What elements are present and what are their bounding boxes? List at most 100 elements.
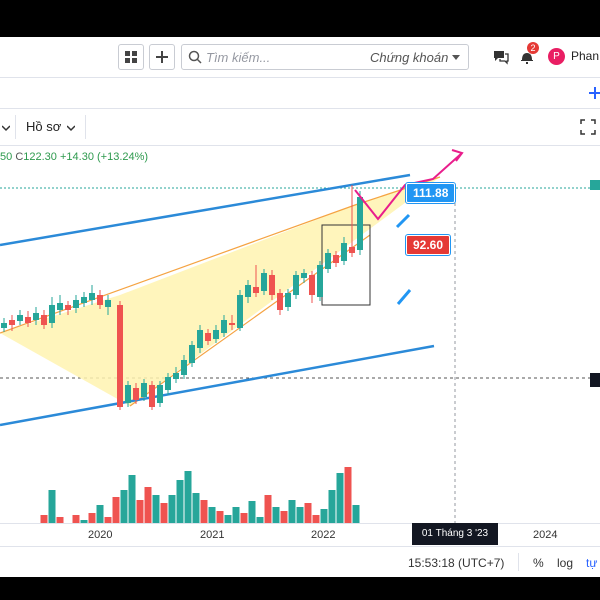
target-low-label[interactable]: 92.60	[406, 235, 451, 255]
volume-bar	[168, 495, 176, 523]
plus-icon[interactable]	[588, 86, 600, 100]
volume-bar	[208, 507, 216, 523]
plus-icon	[156, 51, 168, 63]
chat-icon[interactable]	[493, 49, 509, 65]
volume-bar	[328, 490, 336, 523]
time-axis: 2020 2021 2022 2024	[0, 523, 600, 546]
candle-body	[105, 300, 111, 307]
volume-bar	[184, 471, 192, 523]
log-toggle[interactable]: log	[557, 556, 573, 570]
candle-body	[81, 297, 87, 303]
avatar[interactable]: P	[548, 48, 565, 65]
last-price-axis-tag	[590, 180, 600, 190]
volume-bar	[176, 480, 184, 523]
candle-body	[41, 315, 47, 325]
candle-body	[261, 273, 267, 291]
candle-body	[149, 385, 155, 407]
candle-body	[237, 295, 243, 328]
volume-bar	[304, 503, 312, 523]
volume-bar	[336, 473, 344, 523]
volume-bar	[216, 511, 224, 523]
candle-body	[133, 388, 139, 400]
volume-bar	[288, 500, 296, 523]
candle-body	[213, 330, 219, 339]
volume-bar	[352, 505, 360, 523]
volume-bar	[344, 467, 352, 523]
candle-body	[125, 385, 131, 403]
volume-bar	[200, 500, 208, 523]
candle-body	[73, 300, 79, 308]
volume-bar	[152, 495, 160, 523]
volume-bar	[240, 513, 248, 523]
symbol-search[interactable]: Tìm kiếm... Chứng khoán	[181, 44, 469, 70]
time-tick: 2020	[88, 529, 113, 541]
search-placeholder: Tìm kiếm...	[206, 50, 271, 65]
volume-bar	[96, 505, 104, 523]
candle-body	[333, 255, 339, 263]
clock[interactable]: 15:53:18 (UTC+7)	[408, 556, 504, 570]
candle-body	[157, 385, 163, 403]
candle-body	[301, 273, 307, 278]
candle-body	[173, 373, 179, 379]
volume-bar	[264, 495, 272, 523]
candle-body	[293, 275, 299, 295]
notification-badge: 2	[527, 42, 539, 54]
volume-bar	[272, 507, 280, 523]
volume-bar	[320, 509, 328, 523]
chevron-down-icon	[452, 55, 460, 60]
candle-body	[1, 323, 7, 328]
volume-bar	[136, 500, 144, 523]
legend-change-pct: (+13.24%)	[97, 151, 149, 163]
candle-body	[245, 285, 251, 297]
price-chart[interactable]	[0, 145, 600, 523]
crosshair-date-label: 01 Tháng 3 '23	[412, 523, 498, 545]
layout-grid-button[interactable]	[118, 44, 144, 70]
candle-body	[65, 305, 71, 310]
chart-window: Tìm kiếm... Chứng khoán 2 P Phan Hồ sơ 5…	[0, 37, 600, 577]
candle-body	[57, 303, 63, 310]
market-selector[interactable]: Chứng khoán	[370, 50, 448, 65]
auto-toggle[interactable]: tự	[586, 556, 597, 570]
volume-bars	[40, 467, 360, 523]
chevron-down-icon[interactable]	[67, 124, 75, 132]
user-name[interactable]: Phan	[571, 49, 599, 63]
legend-open-fragment: 50	[0, 151, 13, 163]
tab-bar	[0, 78, 600, 109]
candle-body	[141, 383, 147, 397]
profile-menu[interactable]: Hồ sơ	[26, 119, 61, 134]
candle-body	[117, 305, 123, 407]
volume-bar	[192, 493, 200, 523]
candle-body	[97, 295, 103, 305]
volume-bar	[120, 490, 128, 523]
volume-bar	[312, 515, 320, 523]
add-button[interactable]	[149, 44, 175, 70]
candle-body	[9, 320, 15, 325]
chevron-down-icon[interactable]	[2, 124, 10, 132]
target-high-label[interactable]: 111.88	[406, 183, 456, 203]
legend-close-value: 122.30	[23, 151, 57, 163]
volume-bar	[296, 507, 304, 523]
top-bar: Tìm kiếm... Chứng khoán 2 P Phan	[0, 37, 600, 78]
crosshair-price-tag	[590, 373, 600, 387]
percent-toggle[interactable]: %	[533, 556, 544, 570]
candle-body	[89, 293, 95, 300]
volume-bar	[128, 475, 136, 523]
candle-body	[189, 345, 195, 363]
candle-body	[17, 315, 23, 321]
chart-toolbar: Hồ sơ	[0, 109, 600, 146]
legend-change: +14.30	[59, 151, 94, 163]
volume-bar	[88, 513, 96, 523]
candle-body	[197, 330, 203, 348]
label-pointer	[395, 213, 411, 229]
divider	[15, 115, 16, 139]
candle-body	[269, 275, 275, 295]
candle-body	[309, 275, 315, 295]
volume-bar	[224, 515, 232, 523]
candle-body	[49, 305, 55, 323]
search-icon	[188, 50, 202, 64]
label-pointer	[396, 289, 412, 305]
bottom-bar: 15:53:18 (UTC+7) % log tự	[0, 546, 600, 577]
candle-body	[277, 293, 283, 310]
candle-body	[221, 320, 227, 333]
fullscreen-icon[interactable]	[580, 119, 596, 135]
